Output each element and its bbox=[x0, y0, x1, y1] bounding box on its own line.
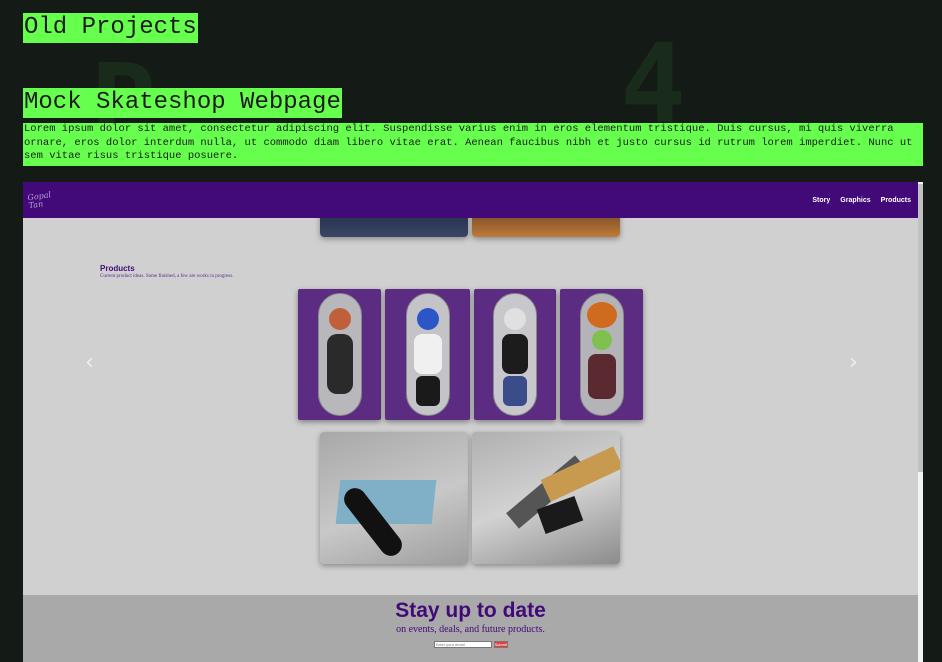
project-title: Mock Skateshop Webpage bbox=[23, 88, 342, 118]
skateboard-photo bbox=[472, 432, 620, 564]
mock-nav-links: Story Graphics Products bbox=[812, 197, 911, 204]
frame-scrollbar[interactable] bbox=[918, 182, 923, 662]
project-preview-frame[interactable]: Gopal Tan Story Graphics Products Produc… bbox=[23, 182, 923, 662]
skateboard-deck-image[interactable] bbox=[560, 289, 643, 420]
chevron-left-icon[interactable]: ‹ bbox=[85, 350, 94, 375]
mock-site-logo[interactable]: Gopal Tan bbox=[27, 190, 63, 210]
nav-link-graphics[interactable]: Graphics bbox=[840, 197, 870, 204]
products-heading: Products bbox=[100, 264, 135, 273]
submit-button[interactable]: Submit bbox=[493, 641, 508, 648]
chevron-right-icon[interactable]: › bbox=[849, 350, 858, 375]
newsletter-title: Stay up to date bbox=[395, 599, 546, 622]
scrollbar-thumb[interactable] bbox=[918, 184, 923, 472]
nav-link-products[interactable]: Products bbox=[881, 197, 911, 204]
products-subtitle: Current product ideas. Some finished, a … bbox=[100, 274, 234, 279]
project-description: Lorem ipsum dolor sit amet, consectetur … bbox=[23, 123, 923, 166]
email-field[interactable] bbox=[433, 641, 492, 648]
newsletter-section: Stay up to date on events, deals, and fu… bbox=[23, 595, 918, 662]
newsletter-subtitle: on events, deals, and future products. bbox=[396, 624, 545, 635]
skateboard-photo bbox=[320, 432, 468, 564]
page-title: Old Projects bbox=[23, 13, 198, 43]
skateboard-deck-image[interactable] bbox=[385, 289, 470, 420]
mock-site-navbar: Gopal Tan Story Graphics Products bbox=[23, 182, 918, 218]
skateboard-deck-image[interactable] bbox=[474, 289, 556, 420]
newsletter-form: Submit bbox=[23, 641, 918, 648]
nav-link-story[interactable]: Story bbox=[812, 197, 830, 204]
skateboard-deck-image[interactable] bbox=[298, 289, 381, 420]
